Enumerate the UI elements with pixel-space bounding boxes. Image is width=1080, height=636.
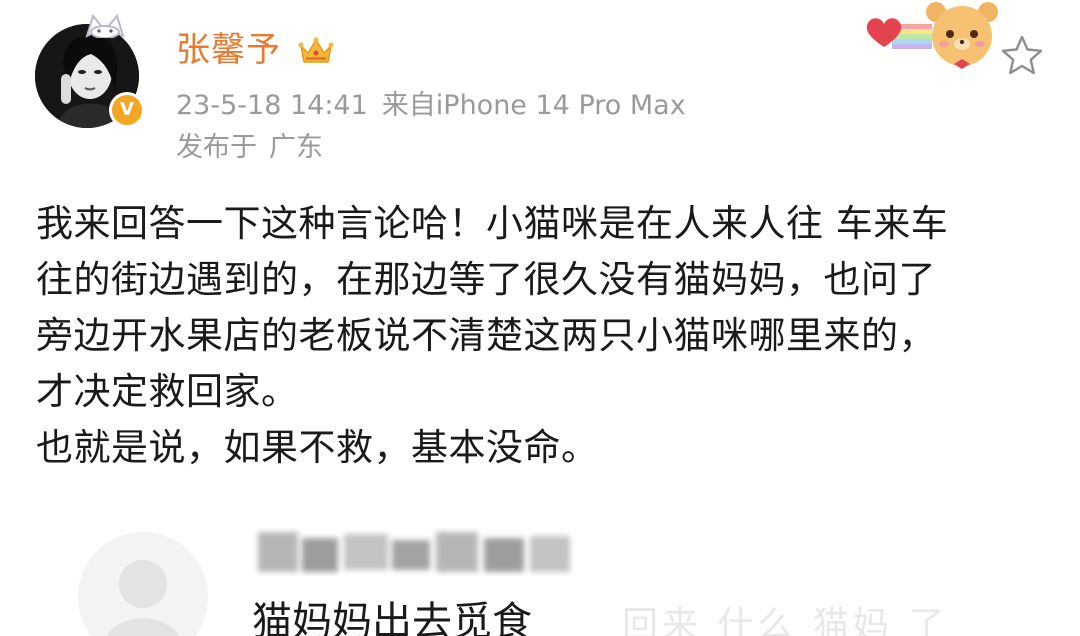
location-prefix: 发布于 [176, 132, 257, 163]
post-body-line: 才决定救回家。 [36, 370, 299, 413]
author-name[interactable]: 张馨予 [176, 30, 281, 70]
reply-text: 猫妈妈出去觅食 [252, 599, 532, 636]
crown-icon[interactable] [298, 36, 334, 66]
location-value: 广东 [269, 132, 323, 163]
weibo-post-screenshot: V 张馨予 23-5-18 14:41 来自iPhone 14 Pro Max 发… [0, 0, 1080, 636]
cat-ears-decoration-icon [85, 14, 125, 38]
author-avatar-block[interactable]: V [35, 14, 149, 128]
post-meta: 23-5-18 14:41 来自iPhone 14 Pro Max [176, 88, 686, 124]
post-location: 发布于 广东 [176, 130, 323, 166]
post-source: 来自iPhone 14 Pro Max [381, 90, 686, 121]
blurred-username [258, 532, 570, 572]
verified-v-icon: V [109, 92, 145, 128]
post-body-line: 往的街边遇到的，在那边等了很久没有猫妈妈，也问了 [36, 258, 936, 301]
post-body-line: 也就是说，如果不救，基本没命。 [36, 426, 599, 469]
post-body-line: 我来回答一下这种言论哈！小猫咪是在人来人往 车来车 [36, 202, 949, 245]
watermark-text: 回来 什么 猫妈 了 [622, 605, 949, 636]
reply-avatar[interactable] [78, 532, 208, 636]
post-body-line: 旁边开水果店的老板说不清楚这两只小猫咪哪里来的， [36, 314, 936, 357]
bear-heart-rainbow-icon [866, 2, 998, 69]
post-timestamp: 23-5-18 14:41 [176, 90, 368, 121]
post-body: 我来回答一下这种言论哈！小猫咪是在人来人往 车来车 往的街边遇到的，在那边等了很… [36, 196, 1046, 476]
star-outline-icon[interactable] [1000, 34, 1044, 76]
